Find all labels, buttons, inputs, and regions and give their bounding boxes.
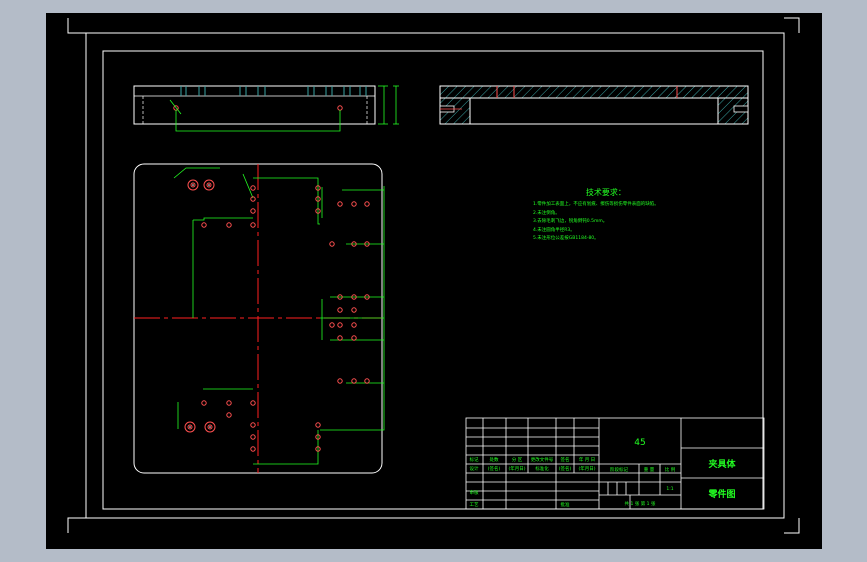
plan-view [133,163,385,474]
scale-label: 比 例 [665,466,676,473]
row-label: (签名) [488,465,501,472]
technical-notes: 技术要求： 1.零件加工表面上，不应有划痕、擦伤等损伤零件表面的缺陷。 2.未注… [533,187,659,244]
header-label: 年 月 日 [579,456,595,463]
scale-value: 1:1 [666,486,673,492]
weight-label: 重 量 [644,466,655,473]
review-label: 审核 [470,489,479,496]
part-name: 夹具体 [708,458,736,470]
centerline-cross [134,164,382,473]
row-label: 设计 [470,465,479,472]
side-view-left [133,85,399,132]
row-label: 标准化 [535,465,549,472]
notes-line: 1.零件加工表面上，不应有划痕、擦伤等损伤零件表面的缺陷。 [533,202,659,207]
sheet-count: 共 1 张 第 1 张 [625,500,656,507]
header-label: 签名 [561,456,570,463]
notes-title: 技术要求： [585,188,626,197]
section-view-right [439,85,749,125]
stage-label: 阶段标记 [610,466,628,473]
hole-centers [189,184,211,428]
header-label: 处数 [490,456,499,463]
header-label: 标记 [470,456,479,463]
approve-label: 批准 [561,501,570,508]
notes-line: 3.去除毛刺飞边，锐角倒钝0.5mm。 [533,219,608,224]
header-label: 更改文件号 [531,456,554,463]
cad-drawing: 45 夹具体 零件图 标记 处数 分 区 更改文件号 签名 年 月 日 设计 (… [67,17,800,534]
process-label: 工艺 [470,502,479,508]
drawing-type: 零件图 [707,488,735,500]
outer-frame [85,32,785,519]
notes-line: 2.未注倒角。 [533,210,560,216]
row-label: (年月日) [578,465,595,472]
notes-line: 4.未注圆角半径R3。 [533,227,575,233]
header-label: 分 区 [512,456,523,463]
row-label: (年月日) [508,465,525,472]
hole-circle [184,179,370,452]
inner-frame [102,50,764,510]
material-label: 45 [634,438,645,448]
row-label: (签名) [559,465,572,472]
notes-line: 5.未注形位公差按GB1184-80。 [533,236,599,241]
